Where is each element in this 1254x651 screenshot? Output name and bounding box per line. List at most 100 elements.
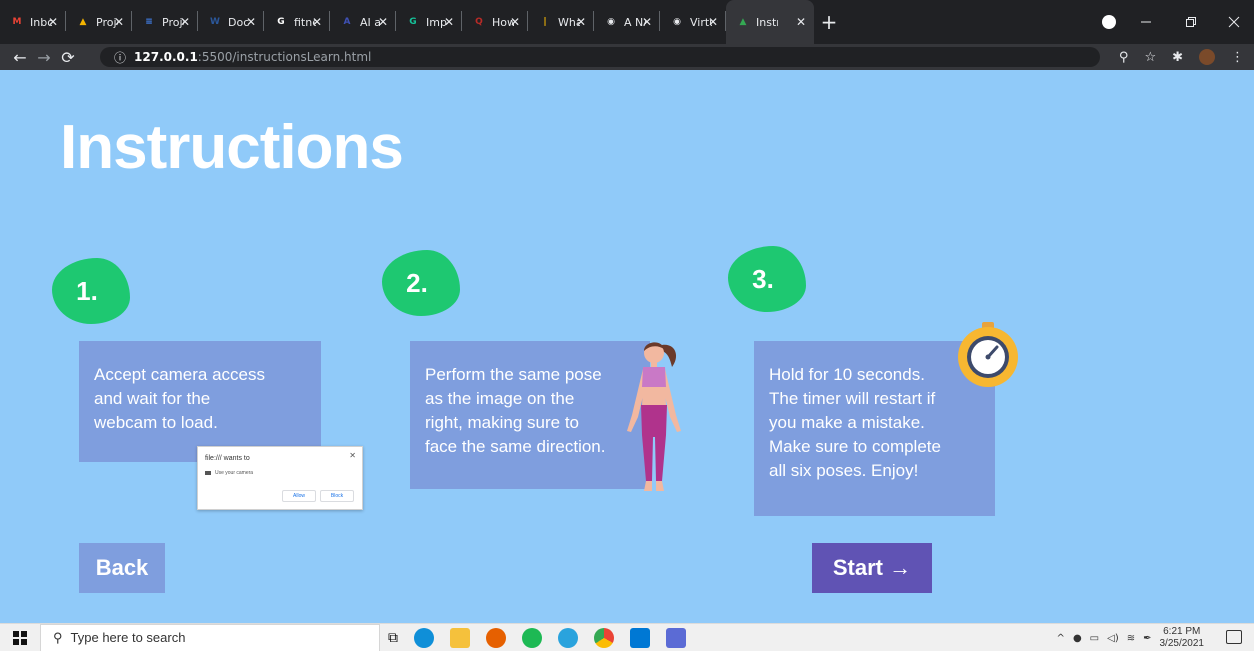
menu-icon[interactable]: ⋮ bbox=[1231, 50, 1244, 65]
woman-pose-illustration bbox=[627, 342, 681, 491]
popup-row-label: Use your camera bbox=[215, 470, 254, 476]
word-icon: W bbox=[210, 17, 220, 27]
tab-close-icon[interactable]: ✕ bbox=[246, 15, 256, 29]
bookmark-star-icon[interactable]: ☆ bbox=[1144, 50, 1156, 65]
google-docs-icon: ≡ bbox=[145, 17, 153, 27]
tab-title: Instr bbox=[756, 15, 778, 29]
extensions-icon[interactable]: ✱ bbox=[1172, 50, 1183, 65]
grammarly-icon: G bbox=[409, 17, 417, 27]
toolbar-actions: ⚲ ☆ ✱ ⋮ bbox=[1119, 44, 1244, 70]
zoom-icon[interactable]: ⚲ bbox=[1119, 50, 1129, 65]
edge-icon[interactable] bbox=[414, 627, 434, 648]
browser-tab[interactable]: MInbox✕ bbox=[0, 0, 66, 44]
tab-close-icon[interactable]: ✕ bbox=[114, 15, 124, 29]
step-3-number: 3. bbox=[728, 246, 806, 312]
tab-close-icon[interactable]: ✕ bbox=[444, 15, 454, 29]
gmail-icon: M bbox=[12, 17, 22, 27]
tab-list: MInbox✕▲Proje✕≡Proje✕WDocu✕Gfitnes✕AAI a… bbox=[0, 0, 844, 44]
ai-icon: A bbox=[343, 17, 351, 27]
tab-close-icon[interactable]: ✕ bbox=[708, 15, 718, 29]
start-button[interactable]: Start → bbox=[812, 543, 932, 593]
browser-tab[interactable]: ◉Virtu✕ bbox=[660, 0, 726, 44]
popup-close-icon: ✕ bbox=[349, 451, 356, 460]
tab-close-icon[interactable]: ✕ bbox=[180, 15, 190, 29]
browser-tab[interactable]: ▲Proje✕ bbox=[66, 0, 132, 44]
wifi-icon[interactable]: ≋ bbox=[1127, 633, 1135, 644]
google-drive-icon: ▲ bbox=[79, 17, 87, 27]
system-tray: ^ ● ▭ ◁) ≋ ✒ 6:21 PM 3/25/2021 bbox=[1057, 624, 1204, 651]
restore-icon[interactable] bbox=[1185, 0, 1197, 44]
clock-date: 3/25/2021 bbox=[1159, 638, 1205, 649]
clock[interactable]: 6:21 PM 3/25/2021 bbox=[1160, 626, 1205, 650]
browser-tab[interactable]: AAI an✕ bbox=[330, 0, 396, 44]
spotify-icon[interactable] bbox=[522, 627, 542, 648]
back-arrow-icon[interactable]: ← bbox=[8, 48, 32, 67]
popup-camera-row: Use your camera bbox=[205, 470, 253, 476]
taskbar-search-input[interactable]: ⚲ Type here to search bbox=[40, 623, 380, 651]
google-icon: G bbox=[277, 17, 285, 27]
search-icon: ⚲ bbox=[53, 629, 63, 645]
chrome-icon[interactable] bbox=[594, 627, 614, 648]
tab-close-icon[interactable]: ✕ bbox=[312, 15, 322, 29]
volume-icon[interactable]: ◁) bbox=[1107, 633, 1119, 644]
quora-icon: Q bbox=[475, 17, 483, 27]
tab-close-icon[interactable]: ✕ bbox=[510, 15, 520, 29]
vscode-icon[interactable] bbox=[630, 627, 650, 648]
info-icon[interactable]: ⓘ bbox=[114, 49, 126, 66]
profile-avatar[interactable] bbox=[1199, 49, 1215, 65]
browser-tab[interactable]: WDocu✕ bbox=[198, 0, 264, 44]
file-explorer-icon[interactable] bbox=[450, 627, 470, 648]
page-title: Instructions bbox=[60, 113, 404, 182]
instructions-page: Instructions 1. Accept camera access and… bbox=[0, 70, 1254, 623]
task-view-icon[interactable]: ⧉ bbox=[388, 630, 398, 646]
teams-icon[interactable] bbox=[666, 627, 686, 648]
url-host: 127.0.0.1 bbox=[134, 50, 198, 64]
browser-tab[interactable]: G Impl ✕ bbox=[396, 0, 462, 44]
browser-tab[interactable]: ▲ Instr ✕ bbox=[726, 0, 814, 44]
telegram-icon[interactable] bbox=[558, 627, 578, 648]
close-window-icon[interactable] bbox=[1228, 0, 1240, 44]
browser-tab[interactable]: ◉A NA✕ bbox=[594, 0, 660, 44]
step-1-card: Accept camera access and wait for the we… bbox=[79, 341, 321, 462]
back-button[interactable]: Back bbox=[79, 543, 165, 593]
camera-permission-popup: file:/// wants to ✕ Use your camera Allo… bbox=[197, 446, 363, 510]
browser-tab[interactable]: Gfitnes✕ bbox=[264, 0, 330, 44]
local-site-icon: ▲ bbox=[739, 17, 747, 27]
tab-close-icon[interactable]: ✕ bbox=[378, 15, 388, 29]
tab-close-icon[interactable]: ✕ bbox=[48, 15, 58, 29]
reload-icon[interactable]: ⟳ bbox=[56, 48, 80, 67]
tab-close-icon[interactable]: ✕ bbox=[642, 15, 652, 29]
globe-icon: ◉ bbox=[673, 17, 681, 27]
search-placeholder: Type here to search bbox=[70, 630, 186, 645]
pen-icon[interactable]: ✒ bbox=[1143, 633, 1151, 644]
new-tab-icon[interactable]: + bbox=[814, 0, 844, 44]
notification-icon[interactable] bbox=[1226, 630, 1242, 644]
browser-tab[interactable]: ≡Proje✕ bbox=[132, 0, 198, 44]
microphone-icon[interactable]: ● bbox=[1073, 633, 1082, 644]
url-path: :5500/instructionsLearn.html bbox=[197, 50, 372, 64]
windows-taskbar: ⚲ Type here to search ⧉ ^ ● ▭ ◁) ≋ ✒ 6:2… bbox=[0, 623, 1254, 651]
browser-tab[interactable]: |What✕ bbox=[528, 0, 594, 44]
camera-icon bbox=[205, 471, 211, 475]
popup-title: file:/// wants to bbox=[205, 455, 250, 462]
incognito-profile-icon[interactable] bbox=[1102, 15, 1116, 29]
browser-tab[interactable]: Q How ✕ bbox=[462, 0, 528, 44]
address-bar[interactable]: ⓘ 127.0.0.1:5500/instructionsLearn.html bbox=[100, 47, 1100, 67]
tab-close-icon[interactable]: ✕ bbox=[796, 15, 806, 29]
firefox-icon[interactable] bbox=[486, 627, 506, 648]
popup-allow-button: Allow bbox=[282, 490, 316, 502]
stopwatch-icon bbox=[958, 322, 1018, 387]
globe-icon: ◉ bbox=[607, 17, 615, 27]
browser-toolbar: ← → ⟳ ⓘ 127.0.0.1:5500/instructionsLearn… bbox=[0, 44, 1254, 70]
pinned-apps: ⧉ bbox=[388, 627, 686, 648]
browser-tab-strip: MInbox✕▲Proje✕≡Proje✕WDocu✕Gfitnes✕AAI a… bbox=[0, 0, 1254, 44]
minimize-icon[interactable] bbox=[1140, 0, 1152, 44]
clock-time: 6:21 PM bbox=[1163, 626, 1201, 637]
step-1-number: 1. bbox=[52, 258, 130, 324]
tab-close-icon[interactable]: ✕ bbox=[576, 15, 586, 29]
chart-icon: | bbox=[543, 17, 547, 27]
battery-icon[interactable]: ▭ bbox=[1090, 633, 1099, 644]
forward-arrow-icon[interactable]: → bbox=[32, 48, 56, 67]
windows-start-icon[interactable] bbox=[0, 624, 40, 651]
chevron-up-icon[interactable]: ^ bbox=[1057, 633, 1065, 644]
